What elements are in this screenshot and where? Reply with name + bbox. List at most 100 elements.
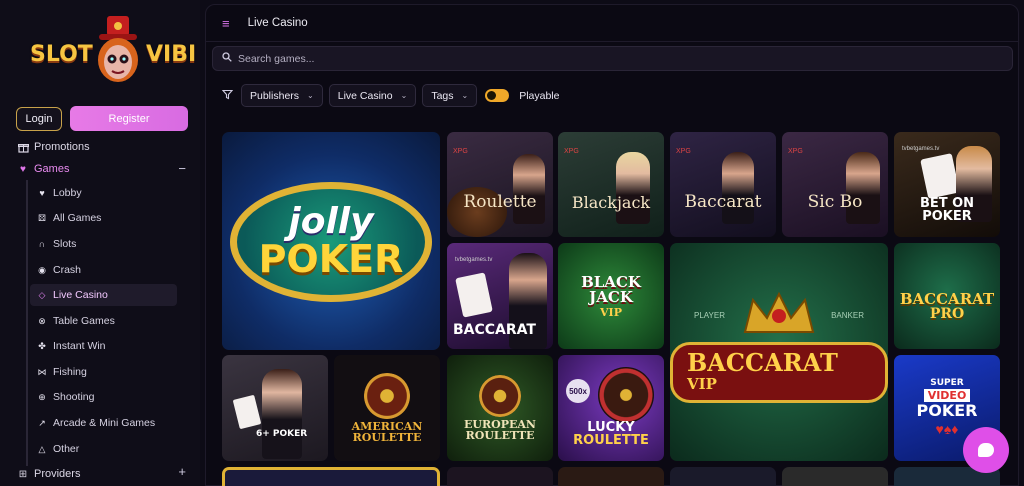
sidebar-item-other[interactable]: △ Other — [30, 438, 177, 460]
category-dropdown[interactable]: Live Casino ⌄ — [328, 84, 417, 107]
tvbet-brand: tvbetgames.tv — [902, 146, 940, 152]
sidebar-item-fishing[interactable]: ⋈ Fishing — [30, 361, 177, 383]
game-subtitle: PRO — [929, 305, 965, 322]
sidebar-item-table-games[interactable]: ⊗ Table Games — [30, 310, 177, 332]
game-tile-partial[interactable] — [670, 467, 776, 486]
nav-games[interactable]: ♥ Games — [16, 160, 69, 178]
heart-icon: ♥ — [20, 163, 26, 175]
game-tile-jolly-poker[interactable]: jolly POKER — [222, 132, 440, 350]
game-tile-roulette[interactable]: XPG Roulette — [447, 132, 553, 237]
login-button[interactable]: Login — [16, 107, 62, 131]
diamond-icon: ◇ — [38, 289, 46, 300]
joystick-icon: ↗ — [38, 417, 46, 428]
publishers-dropdown[interactable]: Publishers ⌄ — [241, 84, 323, 107]
jolly-poker-label: jolly POKER — [258, 204, 404, 281]
game-subtitle: ROULETTE — [465, 429, 535, 442]
player-label: PLAYER — [694, 311, 725, 320]
game-title: BLACK JACK — [581, 272, 641, 306]
roulette-wheel-icon — [598, 367, 654, 423]
search-input[interactable]: Search games... — [212, 46, 1013, 71]
subnav-line — [26, 180, 28, 466]
sidebar-item-arcade[interactable]: ↗ Arcade & Mini Games — [30, 412, 177, 434]
dice-icon: ⚄ — [38, 212, 46, 223]
heart-icon: ♥ — [39, 188, 45, 198]
chat-bubble-icon — [978, 443, 994, 457]
tags-dropdown[interactable]: Tags ⌄ — [422, 84, 478, 107]
page-title: Live Casino — [247, 17, 308, 29]
logo[interactable]: SLOT VIBI — [28, 14, 196, 86]
filter-bar: Publishers ⌄ Live Casino ⌄ Tags ⌄ Playab… — [221, 84, 560, 107]
card-suits-icon: ♥♠♦ — [935, 421, 959, 437]
search-placeholder: Search games... — [238, 52, 315, 65]
sidebar-item-all-games[interactable]: ⚄ All Games — [30, 207, 177, 229]
tvbet-brand: tvbetgames.tv — [455, 257, 493, 263]
nav-providers-label: Providers — [34, 468, 81, 480]
cards-icon — [232, 394, 262, 430]
sidebar-item-instant-win[interactable]: ✤ Instant Win — [30, 335, 177, 357]
search-icon — [222, 52, 232, 65]
game-tile-european-roulette[interactable]: EUROPEAN ROULETTE — [447, 355, 553, 461]
nav-promotions-label: Promotions — [34, 141, 90, 153]
game-title: BACCARAT — [899, 289, 995, 308]
chevron-down-icon: ⌄ — [400, 91, 408, 100]
game-tile-sic-bo[interactable]: XPG Sic Bo — [782, 132, 888, 237]
game-tile-6-poker[interactable]: 6+ POKER — [222, 355, 328, 461]
sidebar-item-label: Shooting — [53, 391, 95, 403]
nav-promotions[interactable]: Promotions — [16, 138, 90, 156]
game-tile-partial[interactable] — [222, 467, 440, 486]
game-tile-american-roulette[interactable]: AMERICAN ROULETTE — [334, 355, 440, 461]
xpg-brand: XPG — [453, 148, 468, 155]
game-tile-baccarat-tvbet[interactable]: tvbetgames.tv BACCARAT — [447, 243, 553, 349]
crash-icon: ◉ — [38, 264, 46, 275]
logo-text-right: VIBI — [146, 42, 197, 67]
providers-expand-icon[interactable]: + — [178, 464, 186, 479]
clover-icon: ✤ — [38, 340, 46, 351]
dealer-image — [616, 152, 650, 224]
target-icon: ⊕ — [38, 391, 46, 402]
roulette-wheel-icon — [479, 375, 521, 417]
providers-icon: ⊞ — [18, 468, 28, 480]
slot-icon: ∩ — [38, 239, 46, 249]
game-tile-baccarat-xpg[interactable]: XPG Baccarat — [670, 132, 776, 237]
game-tile-blackjack[interactable]: XPG Blackjack — [558, 132, 664, 237]
xpg-brand: XPG — [564, 148, 579, 155]
table-icon: ⊗ — [38, 315, 46, 326]
game-tile-partial[interactable] — [558, 467, 664, 486]
games-collapse-icon[interactable]: − — [178, 161, 186, 176]
game-tile-baccarat-vip[interactable]: PLAYER BANKER BACCARAT VIP — [670, 243, 888, 461]
fish-icon: ⋈ — [37, 366, 47, 377]
game-subtitle: ROULETTE — [573, 433, 649, 448]
filter-icon — [221, 89, 234, 103]
game-tile-bet-on-poker[interactable]: tvbetgames.tv BET ON POKER — [894, 132, 1000, 237]
dealer-image — [513, 154, 545, 224]
game-subtitle: VIP — [600, 305, 622, 319]
sidebar-item-crash[interactable]: ◉ Crash — [30, 259, 177, 281]
sidebar-item-live-casino[interactable]: ◇ Live Casino — [30, 284, 177, 306]
playable-label: Playable — [519, 89, 560, 102]
game-tile-lucky-roulette[interactable]: 500x LUCKY ROULETTE — [558, 355, 664, 461]
sidebar-item-shooting[interactable]: ⊕ Shooting — [30, 386, 177, 408]
jolly-poker-line2: POKER — [258, 237, 404, 281]
nav-providers[interactable]: ⊞ Providers — [16, 465, 81, 483]
sidebar-item-label: Fishing — [53, 366, 87, 378]
xpg-brand: XPG — [676, 148, 691, 155]
menu-icon[interactable]: ≡ — [222, 16, 230, 31]
register-button[interactable]: Register — [70, 106, 188, 131]
cards-icon — [455, 272, 493, 318]
game-tile-baccarat-pro[interactable]: BACCARAT PRO — [894, 243, 1000, 349]
dealer-image — [262, 369, 302, 459]
sidebar-item-label: Instant Win — [53, 340, 106, 352]
game-tile-partial[interactable] — [782, 467, 888, 486]
game-title: SUPER — [930, 378, 964, 388]
dealer-image — [722, 152, 754, 224]
publishers-label: Publishers — [250, 89, 300, 102]
xpg-brand: XPG — [788, 148, 803, 155]
playable-toggle[interactable] — [485, 89, 510, 102]
game-title: 6+ POKER — [256, 429, 308, 439]
other-icon: △ — [38, 443, 46, 454]
sidebar-item-lobby[interactable]: ♥ Lobby — [30, 182, 177, 204]
game-tile-partial[interactable] — [447, 467, 553, 486]
game-tile-black-jack-vip[interactable]: BLACK JACK VIP — [558, 243, 664, 349]
sidebar-item-slots[interactable]: ∩ Slots — [30, 233, 177, 255]
chat-button[interactable] — [963, 427, 1009, 473]
